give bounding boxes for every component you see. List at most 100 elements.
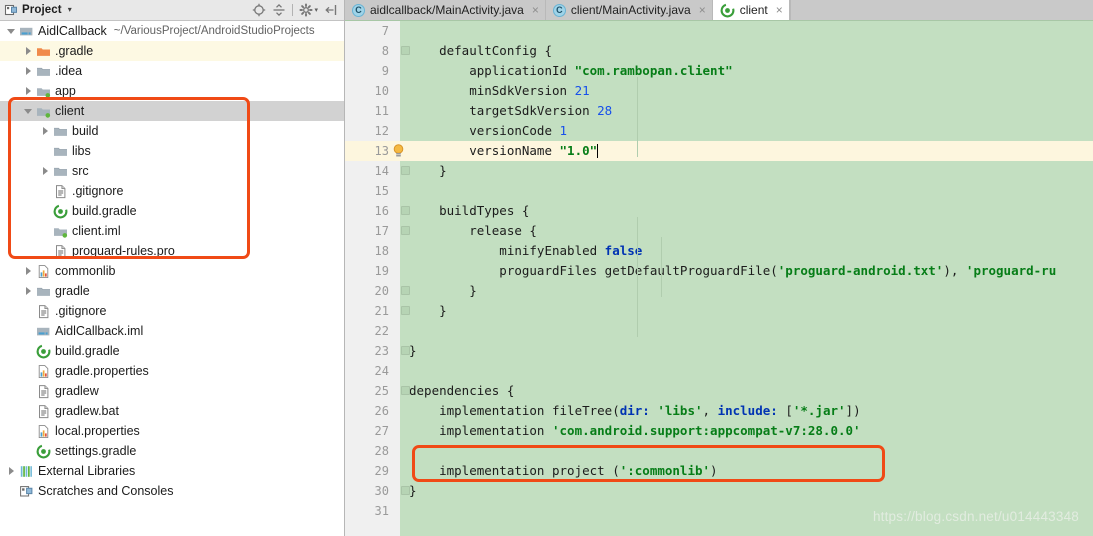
code-line: 11 targetSdkVersion 28 [345,101,1093,121]
close-icon[interactable]: × [776,4,783,16]
tree-item-label: Scratches and Consoles [38,484,174,498]
chevron-right-icon[interactable] [6,466,17,477]
chevron-right-icon[interactable] [23,286,34,297]
tree-item-commonlib[interactable]: commonlib [0,261,344,281]
tree-item-path: ~/VariousProject/AndroidStudioProjects [113,25,315,37]
code-token: versionName [409,143,560,158]
tree-item-external-libraries[interactable]: External Libraries [0,461,344,481]
folder-icon [36,284,51,299]
code-fold-marker[interactable] [401,486,410,495]
chevron-right-icon[interactable] [23,66,34,77]
tree-item-build[interactable]: build [0,121,344,141]
code-token: ]) [845,403,861,418]
code-fold-marker[interactable] [401,206,410,215]
code-token: } [409,483,417,498]
code-fold-marker[interactable] [401,166,410,175]
tree-item-label: AidlCallback.iml [55,324,144,338]
tree-item-src[interactable]: src [0,161,344,181]
code-token: "1.0" [559,143,598,158]
project-tool-window: Project ▾ ▾ AidlCallback ~/VariousProjec… [0,0,345,536]
code-line: 28 [345,441,1093,461]
tree-item-label: build [72,124,99,138]
tree-item-gitignore[interactable]: .gitignore [0,301,344,321]
close-icon[interactable]: × [532,4,539,16]
close-icon[interactable]: × [699,4,706,16]
code-fold-marker[interactable] [401,46,410,55]
gradle-icon [53,204,68,219]
tree-item-gitignore[interactable]: .gitignore [0,181,344,201]
intention-bulb-icon[interactable] [392,144,405,158]
collapse-all-icon[interactable] [272,3,286,17]
line-number: 30 [374,484,389,498]
tree-item-scratches-and-consoles[interactable]: Scratches and Consoles [0,481,344,501]
indent-guide [637,77,638,157]
tree-item-local-properties[interactable]: local.properties [0,421,344,441]
line-number: 16 [374,204,389,218]
code-line: 9 applicationId "com.rambopan.client" [345,61,1093,81]
chevron-right-icon[interactable] [23,266,34,277]
chevron-down-icon[interactable] [6,26,17,37]
line-number: 11 [374,104,389,118]
tree-item-app[interactable]: app [0,81,344,101]
code-token: include: [717,403,778,418]
tree-item-proguard-rules-pro[interactable]: proguard-rules.pro [0,241,344,261]
tree-item-label: settings.gradle [55,444,137,458]
module-folder-icon [36,104,51,119]
code-line: 26 implementation fileTree(dir: 'libs', … [345,401,1093,421]
code-token: ), [943,263,966,278]
code-text: implementation 'com.android.support:appc… [409,421,860,441]
chevron-right-icon[interactable] [23,46,34,57]
code-fold-marker[interactable] [401,386,410,395]
settings-gear-icon[interactable]: ▾ [299,3,318,17]
tree-item-label: build.gradle [55,344,120,358]
chevron-right-icon[interactable] [40,126,51,137]
tree-item-label: AidlCallback [38,24,107,38]
editor-tab-aidlcallback-mainactivity-java[interactable]: Caidlcallback/MainActivity.java × [345,0,546,20]
tree-item-gradle[interactable]: gradle [0,281,344,301]
tree-item-build-gradle[interactable]: build.gradle [0,341,344,361]
tree-item-label: gradlew [55,384,99,398]
tree-item-gradlew-bat[interactable]: gradlew.bat [0,401,344,421]
gradle-icon [36,444,51,459]
editor-tab-client-mainactivity-java[interactable]: Cclient/MainActivity.java × [545,0,713,20]
code-fold-marker[interactable] [401,306,410,315]
tree-item-aidlcallback[interactable]: AidlCallback ~/VariousProject/AndroidStud… [0,21,344,41]
code-token: versionCode [409,123,560,138]
tree-item-label: .idea [55,64,83,78]
code-token: 28 [597,103,613,118]
tree-item-idea[interactable]: .idea [0,61,344,81]
code-fold-marker[interactable] [401,226,410,235]
tree-item-aidlcallback-iml[interactable]: AidlCallback.iml [0,321,344,341]
editor-tab-client[interactable]: client × [712,0,790,20]
chevron-right-icon[interactable] [23,86,34,97]
gradle-icon [36,344,51,359]
tree-item-client-iml[interactable]: client.iml [0,221,344,241]
locate-icon[interactable] [252,3,266,17]
folder-icon [53,124,68,139]
chevron-right-icon[interactable] [40,166,51,177]
hide-panel-icon[interactable] [324,3,338,17]
editor-tab-label: client [739,2,768,17]
tree-item-settings-gradle[interactable]: settings.gradle [0,441,344,461]
project-tree[interactable]: AidlCallback ~/VariousProject/AndroidStud… [0,21,344,536]
code-text: implementation project (':commonlib') [409,461,717,481]
code-text: } [409,161,447,181]
code-fold-marker[interactable] [401,286,410,295]
code-line: 7 [345,21,1093,41]
code-fold-marker[interactable] [401,346,410,355]
chevron-down-icon[interactable] [23,106,34,117]
folder-icon [53,164,68,179]
tree-item-label: build.gradle [72,204,137,218]
code-editor[interactable]: 78 defaultConfig {9 applicationId "com.r… [345,21,1093,536]
libraries-icon [19,464,34,479]
code-token: } [409,343,417,358]
tree-item-label: gradle.properties [55,364,149,378]
tree-item-gradle-properties[interactable]: gradle.properties [0,361,344,381]
tree-item-build-gradle[interactable]: build.gradle [0,201,344,221]
chevron-down-icon[interactable]: ▾ [68,6,72,14]
tree-item-gradle[interactable]: .gradle [0,41,344,61]
tree-item-client[interactable]: client [0,101,344,121]
tree-item-libs[interactable]: libs [0,141,344,161]
tree-item-gradlew[interactable]: gradlew [0,381,344,401]
